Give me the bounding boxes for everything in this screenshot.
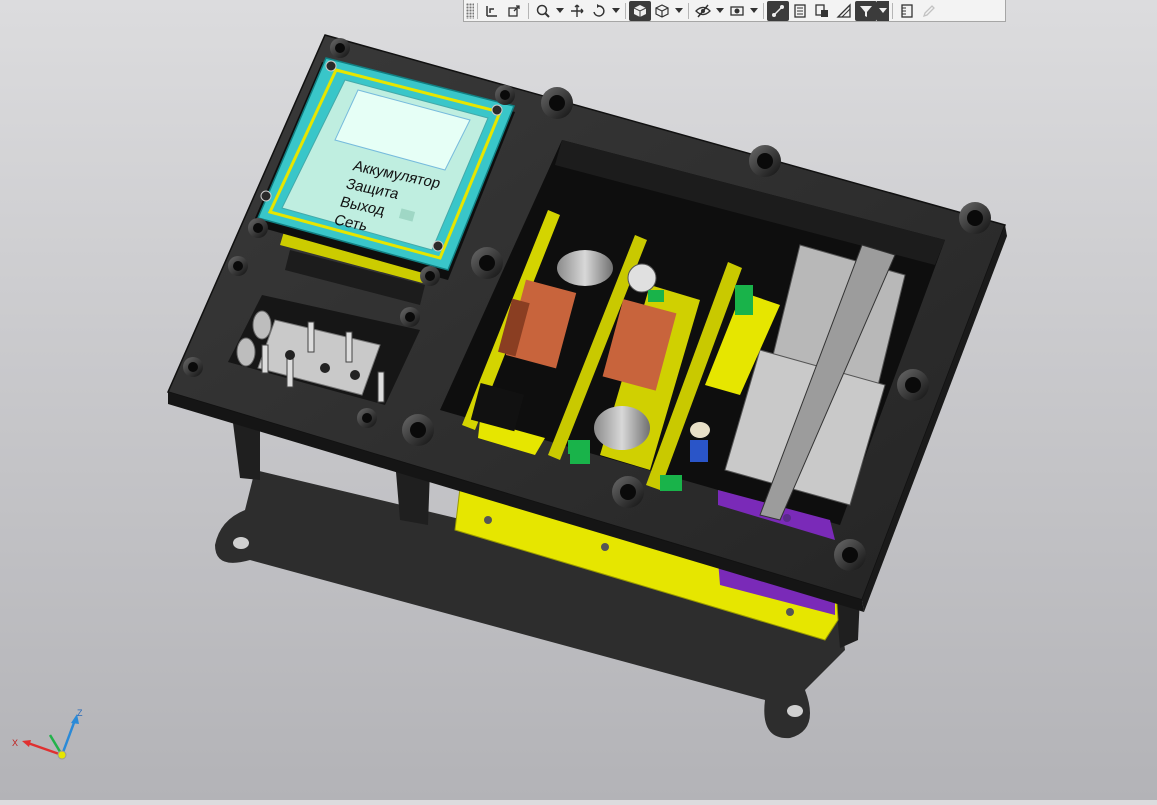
toolbar-separator bbox=[625, 2, 626, 19]
bolt bbox=[183, 357, 203, 377]
toolbar-separator bbox=[892, 2, 893, 19]
bolt bbox=[330, 38, 350, 58]
layers-icon[interactable] bbox=[789, 1, 811, 21]
zoom-icon[interactable] bbox=[532, 1, 554, 21]
bolt bbox=[897, 369, 929, 401]
edit-pencil-icon[interactable] bbox=[918, 1, 940, 21]
shaded-cube-icon[interactable] bbox=[629, 0, 651, 21]
mount-hole bbox=[787, 705, 803, 717]
rotate-icon[interactable] bbox=[588, 1, 610, 21]
orientation-icon[interactable] bbox=[481, 1, 503, 21]
toolbar-separator bbox=[763, 2, 764, 19]
bolt bbox=[248, 218, 268, 238]
chevron-down-icon[interactable] bbox=[877, 0, 889, 21]
axis-triad: X Z bbox=[12, 708, 83, 760]
component-icon[interactable] bbox=[811, 1, 833, 21]
mount-hole bbox=[233, 537, 249, 549]
bolt bbox=[541, 87, 573, 119]
cad-viewport[interactable]: Аккумулятор Защита Выход Сеть X Z bbox=[0, 0, 1157, 800]
axis-z-label: Z bbox=[77, 708, 83, 718]
bolt bbox=[834, 539, 866, 571]
wireframe-cube-icon[interactable] bbox=[651, 1, 673, 21]
bolt bbox=[749, 145, 781, 177]
bolt bbox=[402, 414, 434, 446]
pan-icon[interactable] bbox=[566, 1, 588, 21]
toolbar-separator bbox=[688, 2, 689, 19]
section-view-icon[interactable] bbox=[726, 1, 748, 21]
bolt bbox=[471, 247, 503, 279]
toolbar-separator bbox=[528, 2, 529, 19]
chevron-down-icon[interactable] bbox=[554, 1, 566, 21]
bolt bbox=[228, 256, 248, 276]
bolt bbox=[420, 266, 440, 286]
bolt bbox=[495, 85, 515, 105]
bolt bbox=[959, 202, 991, 234]
bolt bbox=[612, 476, 644, 508]
chevron-down-icon[interactable] bbox=[714, 1, 726, 21]
toolbar-separator bbox=[477, 2, 478, 19]
grip-icon[interactable] bbox=[466, 2, 474, 19]
bolt bbox=[400, 307, 420, 327]
chevron-down-icon[interactable] bbox=[673, 1, 685, 21]
assembly-model[interactable]: Аккумулятор Защита Выход Сеть X Z bbox=[0, 0, 1157, 800]
view-toolbar bbox=[463, 0, 1006, 22]
bolt bbox=[357, 408, 377, 428]
axis-x-label: X bbox=[12, 738, 18, 748]
properties-icon[interactable] bbox=[833, 1, 855, 21]
normal-to-icon[interactable] bbox=[503, 1, 525, 21]
hide-icon[interactable] bbox=[692, 1, 714, 21]
snap-icon[interactable] bbox=[767, 0, 789, 21]
chevron-down-icon[interactable] bbox=[610, 1, 622, 21]
filter-icon[interactable] bbox=[855, 0, 877, 21]
chevron-down-icon[interactable] bbox=[748, 1, 760, 21]
measure-icon[interactable] bbox=[896, 1, 918, 21]
